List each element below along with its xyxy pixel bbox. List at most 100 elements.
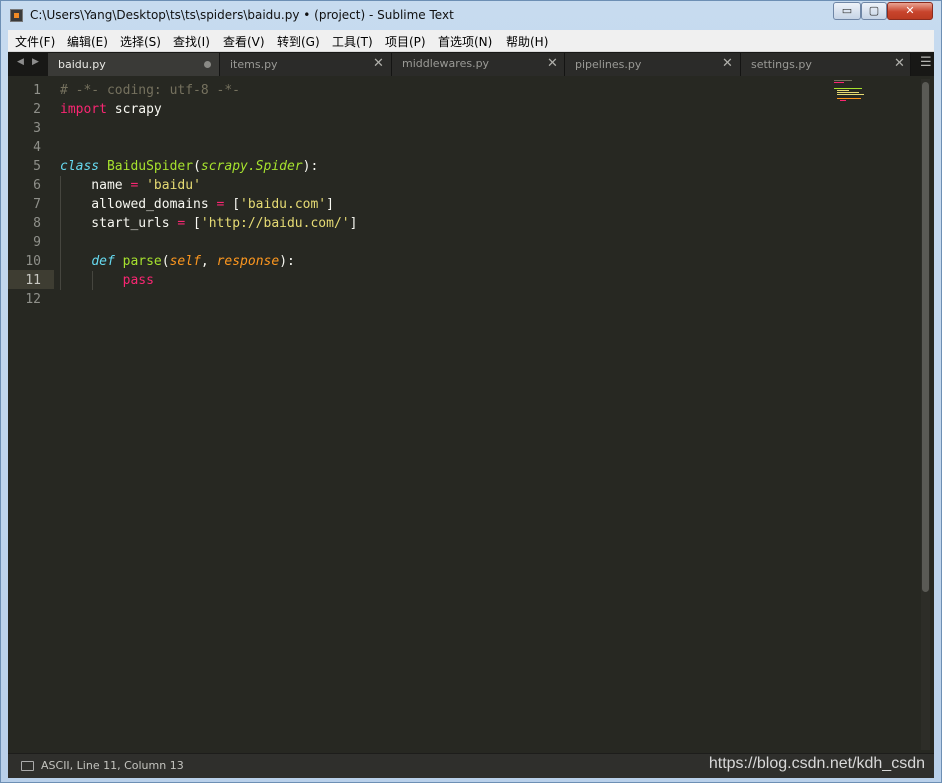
code-token: ):: [279, 254, 295, 269]
menu-preferences[interactable]: 首选项(N): [438, 33, 492, 50]
code-line[interactable]: allowed_domains = ['baidu.com']: [60, 195, 357, 214]
menu-edit[interactable]: 编辑(E): [67, 33, 108, 50]
menu-find[interactable]: 查找(I): [173, 33, 210, 50]
code-token: parse: [122, 254, 162, 269]
code-token: pass: [122, 273, 154, 288]
menu-view[interactable]: 查看(V): [223, 33, 265, 50]
line-number: 1: [33, 83, 41, 98]
menu-bar: 文件(F) 编辑(E) 选择(S) 查找(I) 查看(V) 转到(G) 工具(T…: [8, 30, 934, 52]
code-editor[interactable]: 1 2 3 4 5 6 7 8 9 10 11 12 # -*- coding: utf-8 -*- i…: [8, 76, 934, 753]
code-line[interactable]: [60, 138, 357, 157]
status-bar: ASCII, Line 11, Column 13 https://blog.c…: [8, 753, 934, 778]
code-token: start_urls: [60, 216, 178, 231]
tab-label: items.py: [230, 58, 278, 71]
code-token: 'baidu': [146, 178, 201, 193]
line-number: 4: [33, 140, 41, 155]
code-token: # -*- coding: utf-8 -*-: [60, 83, 241, 98]
code-line[interactable]: [60, 119, 357, 138]
code-token: 'http://baidu.com/': [200, 216, 350, 231]
tab-items-py[interactable]: items.py ✕: [220, 53, 392, 76]
window-title: C:\Users\Yang\Desktop\ts\ts\spiders\baid…: [30, 8, 454, 22]
code-token: ,: [200, 254, 217, 269]
code-line[interactable]: [60, 290, 357, 309]
panel-toggle-icon[interactable]: [21, 761, 34, 771]
code-token: ):: [302, 159, 319, 174]
tab-label: baidu.py: [58, 58, 106, 71]
code-token: response: [216, 254, 280, 269]
line-number: 5: [33, 159, 41, 174]
menu-tools[interactable]: 工具(T): [332, 33, 373, 50]
line-number: 3: [33, 121, 41, 136]
code-token: class: [60, 159, 100, 174]
code-line[interactable]: # -*- coding: utf-8 -*-: [60, 81, 357, 100]
code-token: BaiduSpider: [106, 159, 194, 174]
minimize-button[interactable]: ▭: [833, 2, 861, 20]
code-token: def: [91, 254, 115, 269]
line-number: 10: [25, 254, 41, 269]
code-content[interactable]: # -*- coding: utf-8 -*- import scrapy cla…: [60, 81, 357, 309]
line-number: 11: [25, 273, 41, 288]
code-token: (: [193, 159, 201, 174]
vertical-scrollbar[interactable]: [921, 79, 930, 750]
line-number: 9: [33, 235, 41, 250]
line-number-gutter: 1 2 3 4 5 6 7 8 9 10 11 12: [8, 81, 48, 309]
code-line[interactable]: def parse(self, response):: [60, 252, 357, 271]
status-text: ASCII, Line 11, Column 13: [41, 759, 184, 772]
code-token: scrapy: [106, 102, 162, 117]
tab-label: middlewares.py: [402, 57, 490, 70]
title-bar[interactable]: C:\Users\Yang\Desktop\ts\ts\spiders\baid…: [1, 1, 941, 29]
line-number: 7: [33, 197, 41, 212]
code-line[interactable]: [60, 233, 357, 252]
tab-bar: ◀ ▶ baidu.py items.py ✕ middlewares.py ✕…: [8, 52, 934, 76]
line-number: 2: [33, 102, 41, 117]
tab-settings-py[interactable]: settings.py ✕: [741, 53, 911, 76]
tab-list-menu-icon[interactable]: ☰: [920, 55, 932, 70]
tab-close-icon[interactable]: ✕: [722, 56, 733, 71]
unsaved-dot-icon[interactable]: [204, 61, 211, 68]
code-token: (: [161, 254, 170, 269]
tab-close-icon[interactable]: ✕: [894, 56, 905, 71]
tab-label: settings.py: [751, 58, 812, 71]
code-token: ]: [349, 216, 358, 231]
tab-middlewares-py[interactable]: middlewares.py ✕: [392, 53, 565, 76]
app-window: C:\Users\Yang\Desktop\ts\ts\spiders\baid…: [0, 0, 942, 783]
code-token: import: [60, 102, 107, 117]
line-number: 12: [25, 292, 41, 307]
menu-selection[interactable]: 选择(S): [120, 33, 161, 50]
code-token: 'baidu.com': [240, 197, 327, 212]
menu-file[interactable]: 文件(F): [15, 33, 55, 50]
tab-close-icon[interactable]: ✕: [373, 56, 384, 71]
tab-next-icon[interactable]: ▶: [32, 57, 39, 67]
tab-baidu-py[interactable]: baidu.py: [48, 53, 220, 76]
line-number: 8: [33, 216, 41, 231]
code-token: scrapy.Spider: [200, 159, 303, 174]
menu-goto[interactable]: 转到(G): [277, 33, 320, 50]
line-number: 6: [33, 178, 41, 193]
scrollbar-thumb[interactable]: [922, 82, 929, 592]
tab-close-icon[interactable]: ✕: [547, 56, 558, 71]
tab-prev-icon[interactable]: ◀: [17, 57, 24, 67]
code-token: name: [60, 178, 131, 193]
code-line[interactable]: name = 'baidu': [60, 176, 357, 195]
menu-help[interactable]: 帮助(H): [506, 33, 548, 50]
code-token: self: [169, 254, 201, 269]
tab-label: pipelines.py: [575, 58, 642, 71]
tab-pipelines-py[interactable]: pipelines.py ✕: [565, 53, 741, 76]
code-line[interactable]: import scrapy: [60, 100, 357, 119]
code-line[interactable]: pass: [60, 271, 357, 290]
minimap[interactable]: [834, 80, 884, 110]
code-token: allowed_domains: [60, 197, 217, 212]
maximize-button[interactable]: ▢: [861, 2, 887, 20]
code-line[interactable]: class BaiduSpider(scrapy.Spider):: [60, 157, 357, 176]
code-token: [: [185, 216, 201, 231]
close-window-button[interactable]: ✕: [887, 2, 933, 20]
menu-project[interactable]: 项目(P): [385, 33, 426, 50]
code-line[interactable]: start_urls = ['http://baidu.com/']: [60, 214, 357, 233]
sublime-text-icon[interactable]: [10, 9, 23, 22]
watermark-url: https://blog.csdn.net/kdh_csdn: [708, 755, 925, 772]
